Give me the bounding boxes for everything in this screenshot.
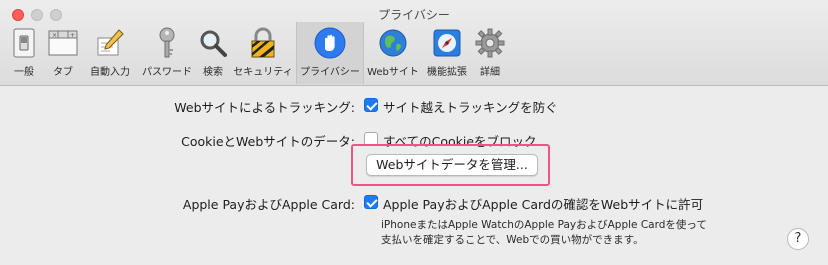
- tab-passwords[interactable]: パスワード: [138, 22, 196, 84]
- cookies-label: CookieとWebサイトのデータ:: [181, 134, 355, 149]
- tab-extensions[interactable]: 機能拡張: [422, 22, 472, 84]
- window-title: プライバシー: [378, 8, 450, 22]
- toolbar: プライバシー 一般 × + タブ 自動入力 パスワード 検索 セキュリティ プラ…: [0, 0, 828, 86]
- tab-search[interactable]: 検索: [196, 22, 230, 84]
- applepay-note-line2: 支払いを確定することで、Webでの買い物ができます。: [381, 234, 644, 246]
- autofill-pencil-icon: [94, 26, 126, 60]
- globe-icon: [377, 26, 409, 60]
- tab-websites[interactable]: Webサイト: [364, 22, 422, 84]
- tab-privacy-label: プライバシー: [300, 67, 360, 78]
- applepay-label: Apple PayおよびApple Card:: [182, 197, 355, 212]
- applepay-note: iPhoneまたはApple WatchのApple PayおよびApple C…: [381, 218, 707, 248]
- tab-general-label: 一般: [14, 67, 34, 78]
- general-switch-icon: [8, 26, 40, 60]
- prevent-cross-site-tracking-checkbox[interactable]: [364, 98, 378, 112]
- key-icon: [151, 26, 183, 60]
- tab-passwords-label: パスワード: [142, 67, 192, 78]
- tab-tabs-label: タブ: [53, 67, 73, 78]
- magnifier-icon: [197, 26, 229, 60]
- manage-website-data-button[interactable]: Webサイトデータを管理...: [366, 154, 538, 176]
- allow-applepay-checkbox[interactable]: [364, 195, 378, 209]
- preference-tabs: 一般 × + タブ 自動入力 パスワード 検索 セキュリティ プライバシー We…: [4, 22, 508, 84]
- tab-autofill-label: 自動入力: [90, 67, 130, 78]
- tab-privacy[interactable]: プライバシー: [296, 22, 364, 84]
- tab-search-label: 検索: [203, 67, 223, 78]
- hand-icon: [314, 26, 346, 60]
- tabs-icon: × +: [47, 26, 79, 60]
- tab-tabs[interactable]: × + タブ: [44, 22, 82, 84]
- prevent-cross-site-tracking-text: サイト越えトラッキングを防ぐ: [383, 100, 558, 115]
- svg-text:×: ×: [52, 32, 57, 39]
- applepay-note-line1: iPhoneまたはApple WatchのApple PayおよびApple C…: [381, 219, 707, 231]
- tab-websites-label: Webサイト: [367, 67, 419, 78]
- tab-advanced[interactable]: 詳細: [472, 22, 508, 84]
- puzzle-compass-icon: [431, 26, 463, 60]
- tab-extensions-label: 機能拡張: [427, 67, 467, 78]
- tab-autofill[interactable]: 自動入力: [82, 22, 138, 84]
- tracking-label: Webサイトによるトラッキング:: [174, 100, 355, 115]
- preferences-window: プライバシー 一般 × + タブ 自動入力 パスワード 検索 セキュリティ プラ…: [0, 0, 828, 265]
- tab-security[interactable]: セキュリティ: [230, 22, 296, 84]
- padlock-icon: [247, 26, 279, 60]
- tab-advanced-label: 詳細: [480, 67, 500, 78]
- help-button[interactable]: ?: [787, 228, 809, 250]
- tab-general[interactable]: 一般: [4, 22, 44, 84]
- tab-security-label: セキュリティ: [233, 67, 293, 78]
- allow-applepay-text: Apple PayおよびApple Cardの確認をWebサイトに許可: [383, 197, 704, 212]
- gear-icon: [474, 26, 506, 60]
- svg-text:+: +: [70, 32, 75, 39]
